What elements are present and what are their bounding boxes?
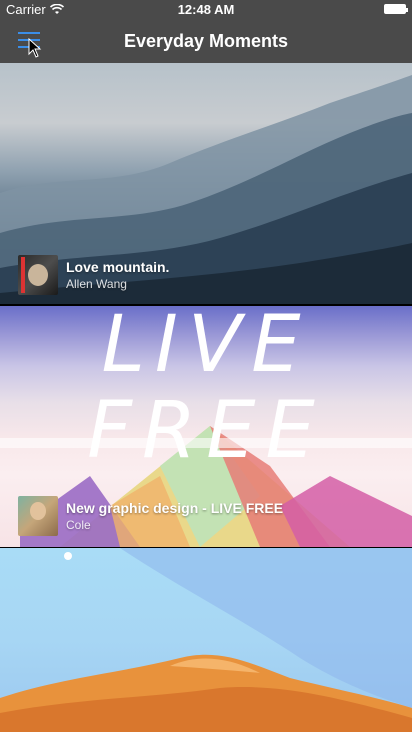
status-right xyxy=(384,4,408,14)
status-bar: Carrier 12:48 AM xyxy=(0,0,412,20)
page-indicator-dot xyxy=(64,552,72,560)
card-author: Allen Wang xyxy=(66,277,127,291)
moment-card[interactable]: Love mountain. Allen Wang xyxy=(0,63,412,304)
caption-text: New graphic design - LIVE FREE Cole xyxy=(66,499,283,533)
art-text-free: FREE xyxy=(87,386,325,476)
caption-text: Love mountain. Allen Wang xyxy=(66,258,169,292)
battery-icon xyxy=(384,4,408,14)
moment-card[interactable] xyxy=(0,548,412,732)
card-caption: New graphic design - LIVE FREE Cole xyxy=(18,496,283,536)
card-title: New graphic design - LIVE FREE xyxy=(66,500,284,516)
art-text-live: LIVE xyxy=(101,306,311,390)
desert-artwork xyxy=(0,548,412,732)
page-title: Everyday Moments xyxy=(123,31,289,51)
card-caption: Love mountain. Allen Wang xyxy=(18,255,169,295)
avatar xyxy=(18,496,58,536)
avatar xyxy=(18,255,58,295)
mouse-cursor-icon xyxy=(28,38,42,58)
status-time: 12:48 AM xyxy=(177,2,235,17)
navigation-bar: Everyday Moments xyxy=(0,20,412,63)
moment-card[interactable]: LIVE FREE New graphic design - LIVE FREE… xyxy=(0,306,412,547)
card-title: Love mountain. xyxy=(66,259,170,275)
card-author: Cole xyxy=(66,518,91,532)
